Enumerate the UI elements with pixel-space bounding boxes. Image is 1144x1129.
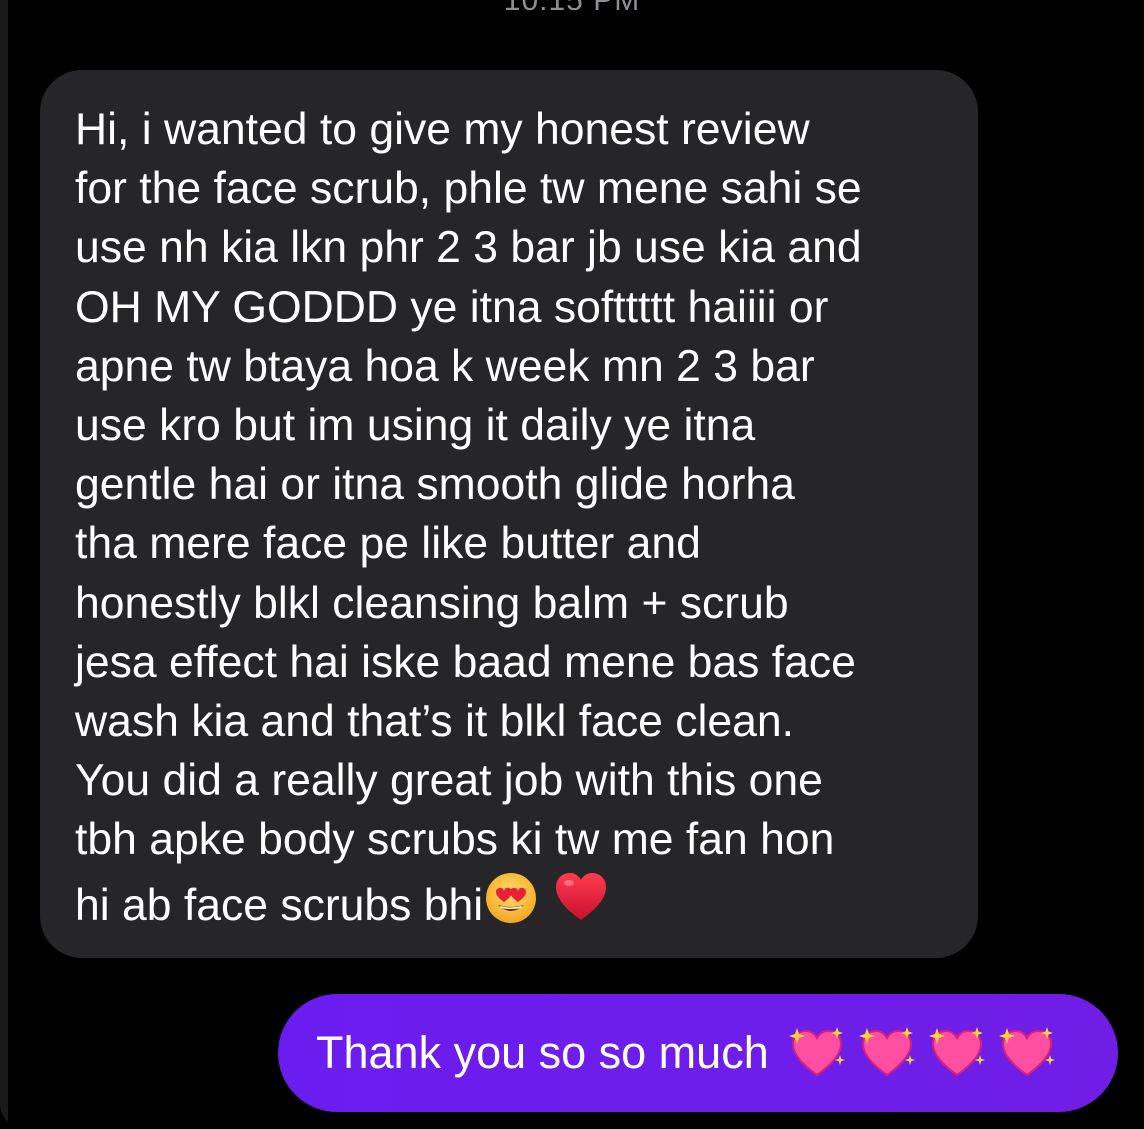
- chat-screen: 10:15 PM Hi, i wanted to give my honest …: [0, 0, 1144, 1129]
- red-heart-emoji: [553, 870, 609, 926]
- message-line: OH MY GODDD ye itna softtttt haiiii or: [75, 282, 829, 332]
- sparkling-heart-emoji: [997, 1025, 1057, 1081]
- message-line-text: hi ab face scrubs bhi: [75, 880, 484, 930]
- message-timestamp: 10:15 PM: [503, 0, 641, 17]
- window-edge: [0, 0, 8, 1129]
- message-line: use nh kia lkn phr 2 3 bar jb use kia an…: [75, 223, 862, 273]
- message-line: You did a really great job with this one: [75, 756, 823, 806]
- message-line: honestly blkl cleansing balm + scrub: [75, 578, 789, 628]
- outgoing-message-bubble[interactable]: Thank you so so much: [278, 994, 1118, 1112]
- message-line: Hi, i wanted to give my honest review: [75, 105, 810, 154]
- sparkling-heart-emoji: [857, 1025, 917, 1081]
- message-line: tha mere face pe like butter and: [75, 519, 701, 569]
- message-line: jesa effect hai iske baad mene bas face: [75, 637, 856, 687]
- message-line: use kro but im using it daily ye itna: [75, 401, 756, 451]
- outgoing-message-text: Thank you so so much: [316, 1027, 769, 1078]
- heart-eyes-emoji: [483, 870, 539, 926]
- message-line: tbh apke body scrubs ki tw me fan hon: [75, 815, 835, 865]
- sparkling-hearts-group: [787, 1025, 1057, 1081]
- message-last-line: hi ab face scrubs bhi: [75, 870, 948, 935]
- message-line: wash kia and that’s it blkl face clean.: [75, 697, 794, 747]
- message-line: for the face scrub, phle tw mene sahi se: [75, 164, 862, 214]
- sparkling-heart-emoji: [787, 1025, 847, 1081]
- message-line: gentle hai or itna smooth glide horha: [75, 460, 795, 510]
- incoming-message-bubble[interactable]: Hi, i wanted to give my honest review fo…: [40, 70, 978, 958]
- message-line: apne tw btaya hoa k week mn 2 3 bar: [75, 341, 815, 391]
- sparkling-heart-emoji: [927, 1025, 987, 1081]
